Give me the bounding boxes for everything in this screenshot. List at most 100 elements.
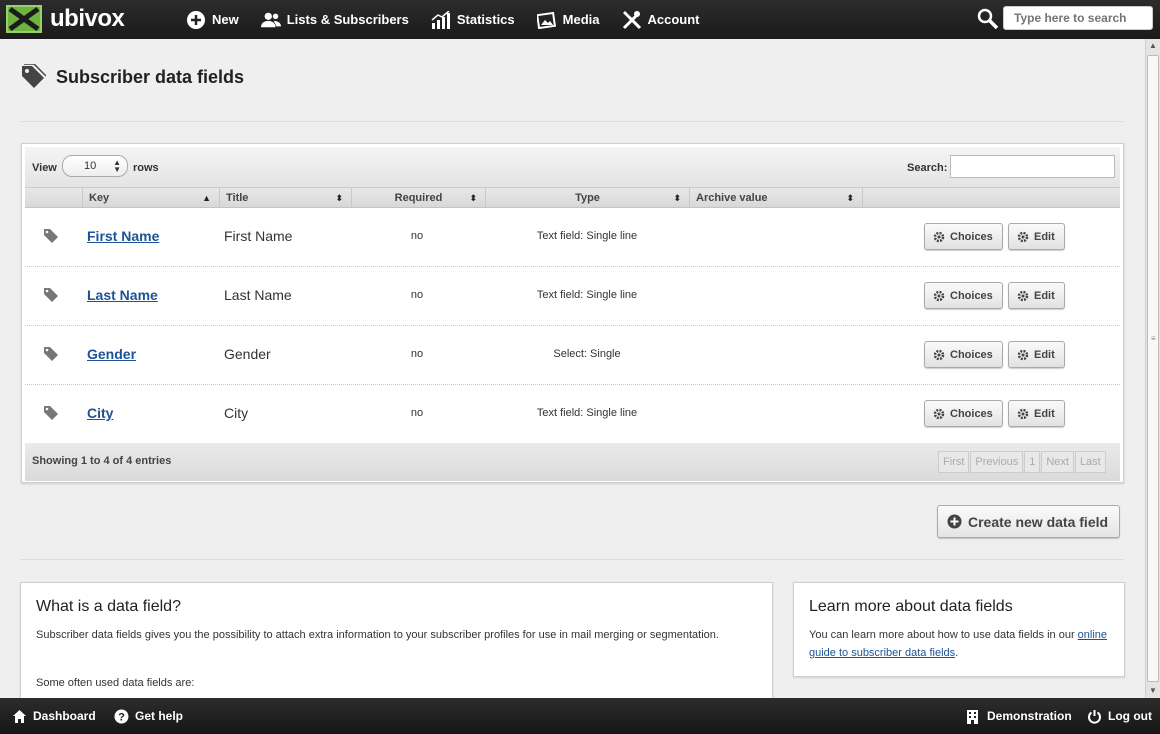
learn-more-text-end: .: [955, 647, 959, 659]
table-search-input[interactable]: [950, 155, 1115, 178]
global-search-input[interactable]: [1003, 6, 1153, 30]
scroll-thumb[interactable]: ≡: [1147, 55, 1159, 682]
pagination: First Previous 1 Next Last: [938, 451, 1107, 473]
nav-statistics-label: Statistics: [456, 12, 515, 27]
svg-text:?: ?: [118, 711, 125, 723]
table-search-label: Search:: [907, 162, 948, 174]
learn-more-box: Learn more about data fields You can lea…: [793, 582, 1125, 677]
sort-both-icon: ⬍: [846, 193, 854, 203]
choices-button[interactable]: Choices: [924, 341, 1003, 368]
choices-button[interactable]: Choices: [924, 282, 1003, 309]
field-required: no: [410, 230, 424, 242]
box-title: What is a data field?: [36, 598, 181, 615]
data-fields-table-panel: View 10 ▲ ▼ rows Search: Key ▲ Title ⬍ Re…: [21, 143, 1124, 483]
choices-button[interactable]: Choices: [924, 223, 1003, 250]
logout-label: Log out: [1108, 709, 1152, 723]
divider: [20, 559, 1124, 560]
field-title: Gender: [224, 346, 271, 362]
box-text: Some often used data fields are:: [36, 677, 195, 689]
field-type: Text field: Single line: [536, 230, 638, 242]
demonstration-link[interactable]: Demonstration: [966, 698, 1072, 734]
field-key-link[interactable]: Gender: [87, 346, 136, 362]
rows-per-page-select[interactable]: 10 ▲ ▼: [62, 155, 128, 177]
logo-text: ubivox: [50, 5, 125, 32]
main-nav: New Lists & Subscribers Statistics Media…: [186, 0, 722, 39]
tag-icon: [43, 228, 59, 244]
home-icon: [12, 709, 27, 724]
field-title: First Name: [224, 228, 293, 244]
field-key-link[interactable]: Last Name: [87, 287, 158, 303]
column-header-type[interactable]: Type ⬍: [486, 188, 690, 208]
column-header-key[interactable]: Key ▲: [83, 188, 220, 208]
column-header-title[interactable]: Title ⬍: [220, 188, 352, 208]
logout-link[interactable]: Log out: [1087, 698, 1152, 734]
pager-last-button[interactable]: Last: [1074, 451, 1106, 473]
nav-lists-subscribers[interactable]: Lists & Subscribers: [260, 10, 409, 30]
table-footer: Showing 1 to 4 of 4 entries First Previo…: [25, 443, 1120, 481]
gear-icon: [1017, 349, 1029, 360]
help-icon: ?: [114, 709, 129, 724]
ubivox-logo[interactable]: ubivox: [6, 3, 125, 35]
power-icon: [1087, 709, 1102, 724]
nav-media[interactable]: Media: [536, 10, 600, 30]
edit-label: Edit: [1034, 289, 1055, 302]
plus-circle-icon: [947, 514, 962, 529]
gear-icon: [1017, 408, 1029, 419]
scroll-down-arrow-icon[interactable]: ▼: [1146, 684, 1160, 698]
column-header-archive-label: Archive value: [696, 192, 768, 204]
sort-both-icon: ⬍: [673, 193, 681, 203]
nav-new-label: New: [212, 12, 239, 27]
nav-account-label: Account: [647, 12, 700, 27]
page-scrollbar[interactable]: ▲ ≡ ▼: [1145, 39, 1160, 698]
nav-new[interactable]: New: [186, 10, 239, 30]
gear-icon: [933, 290, 945, 301]
edit-button[interactable]: Edit: [1008, 223, 1065, 250]
view-label: View: [32, 162, 57, 174]
edit-button[interactable]: Edit: [1008, 282, 1065, 309]
edit-label: Edit: [1034, 348, 1055, 361]
tag-icon: [20, 63, 47, 90]
nav-statistics[interactable]: Statistics: [431, 10, 515, 30]
get-help-link[interactable]: ? Get help: [114, 698, 183, 734]
column-header-required-label: Required: [394, 192, 443, 204]
building-icon: [966, 709, 981, 724]
dashboard-link[interactable]: Dashboard: [12, 698, 96, 734]
create-data-field-button[interactable]: Create new data field: [937, 505, 1120, 538]
scroll-up-arrow-icon[interactable]: ▲: [1146, 39, 1160, 53]
create-data-field-label: Create new data field: [968, 513, 1109, 530]
field-required: no: [410, 348, 424, 360]
field-title: Last Name: [224, 287, 292, 303]
field-key-link[interactable]: First Name: [87, 228, 159, 244]
pager-first-button[interactable]: First: [938, 451, 970, 473]
pager-previous-button[interactable]: Previous: [970, 451, 1024, 473]
divider: [20, 121, 1124, 122]
tag-icon: [43, 405, 59, 421]
edit-button[interactable]: Edit: [1008, 400, 1065, 427]
nav-account[interactable]: Account: [622, 10, 700, 30]
sort-asc-icon: ▲: [202, 193, 211, 203]
demonstration-label: Demonstration: [987, 709, 1072, 723]
column-header-icon: [25, 188, 83, 208]
edit-label: Edit: [1034, 407, 1055, 420]
choices-button[interactable]: Choices: [924, 400, 1003, 427]
dashboard-label: Dashboard: [33, 709, 96, 723]
box-title: Learn more about data fields: [809, 598, 1013, 615]
gear-icon: [933, 231, 945, 242]
field-type: Select: Single: [553, 348, 621, 360]
column-header-archive-value[interactable]: Archive value ⬍: [690, 188, 863, 208]
search-icon[interactable]: [977, 8, 999, 30]
page-header: Subscriber data fields: [20, 63, 244, 90]
choices-label: Choices: [950, 407, 993, 420]
sort-both-icon: ⬍: [469, 193, 477, 203]
pager-next-button[interactable]: Next: [1041, 451, 1074, 473]
tag-icon: [43, 287, 59, 303]
nav-lists-label: Lists & Subscribers: [286, 12, 409, 27]
users-icon: [260, 10, 281, 30]
pager-page-button[interactable]: 1: [1024, 451, 1041, 473]
learn-more-text: You can learn more about how to use data…: [809, 629, 1078, 641]
column-header-required[interactable]: Required ⬍: [352, 188, 486, 208]
field-type: Text field: Single line: [536, 289, 638, 301]
field-key-link[interactable]: City: [87, 405, 113, 421]
edit-button[interactable]: Edit: [1008, 341, 1065, 368]
plus-circle-icon: [186, 10, 206, 30]
